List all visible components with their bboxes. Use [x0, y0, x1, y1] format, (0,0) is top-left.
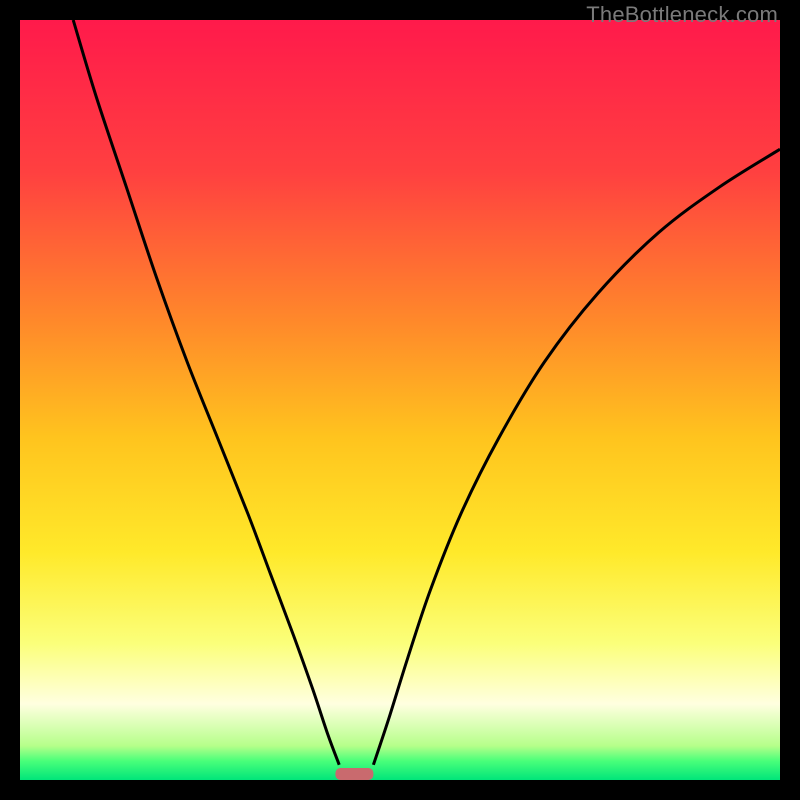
plot-background: [20, 20, 780, 780]
watermark-text: TheBottleneck.com: [586, 2, 778, 28]
optimal-range-marker: [335, 768, 373, 780]
chart-svg: [20, 20, 780, 780]
chart-frame: [20, 20, 780, 780]
